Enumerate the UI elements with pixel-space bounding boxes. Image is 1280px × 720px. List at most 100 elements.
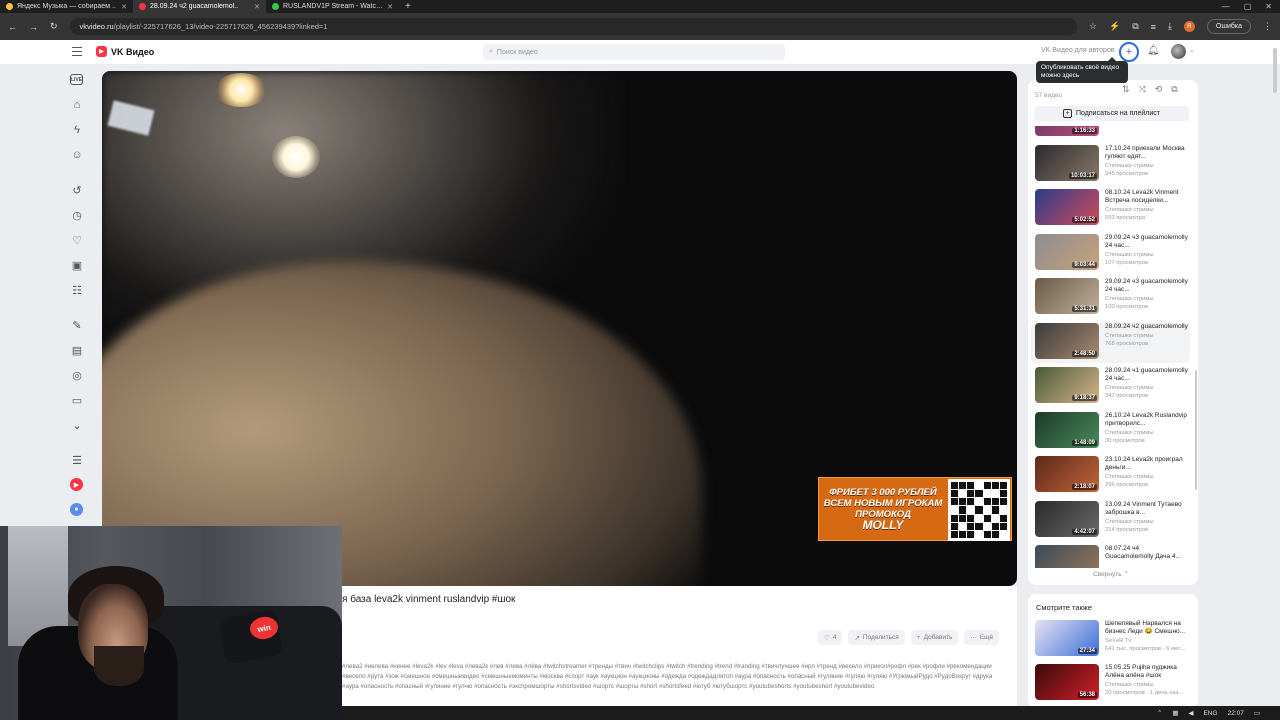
collapse-button[interactable]: Свернуть ⌃	[1028, 570, 1194, 578]
history-icon[interactable]: ↺	[70, 183, 84, 197]
video-title[interactable]: 28.09.24 ч2 guacamolemolly	[1105, 323, 1189, 331]
repeat-icon[interactable]: ⟲	[1155, 84, 1163, 95]
browser-tab-active[interactable]: 28.09.24 ч2 guacamolemol.. ✕	[133, 0, 266, 13]
liked-heart-icon[interactable]: ♡	[70, 233, 84, 247]
playlist-item[interactable]: 2:48:50 28.09.24 ч2 guacamolemolly Степашк…	[1031, 322, 1190, 363]
tab-close-icon[interactable]: ✕	[387, 3, 393, 11]
extensions-puzzle-icon[interactable]: ⧉	[1132, 21, 1138, 32]
playlist-item[interactable]: 2:18:07 23.10.24 Leva2k проиграл деньги..…	[1035, 456, 1190, 496]
url-field[interactable]: vkvideo.ru/playlist/-225717626_13/video-…	[69, 18, 1077, 35]
sort-icon[interactable]: ⇅	[1122, 84, 1130, 95]
video-title[interactable]: 08.10.24 Leva2k Vinment Встреча посиделк…	[1105, 189, 1189, 205]
playlist-item[interactable]: 1:16:33Степашки стримы157 просмотров	[1035, 126, 1190, 140]
network-icon[interactable]: ▦	[1172, 709, 1178, 717]
communities-icon[interactable]: ☷	[70, 283, 84, 297]
video-title[interactable]: 29.09.24 ч3 guacamolemolly 24 час...	[1105, 278, 1189, 294]
video-thumbnail[interactable]: 2:18:07	[1035, 456, 1099, 492]
video-title[interactable]: 23.10.24 Leva2k проиграл деньги...	[1105, 456, 1189, 472]
playlist-scrollbar[interactable]	[1195, 370, 1197, 490]
clips-lightning-icon[interactable]: ϟ	[70, 123, 84, 137]
page-scrollbar[interactable]	[1273, 48, 1277, 93]
media-controls-icon[interactable]: ≡	[1151, 22, 1156, 32]
clock[interactable]: 22:07	[1228, 710, 1244, 717]
video-title[interactable]: 29.09.24 ч3 guacamolemolly 24 час...	[1105, 234, 1189, 250]
browser-error-button[interactable]: Ошибка	[1206, 19, 1251, 34]
minimize-icon[interactable]: —	[1222, 2, 1230, 11]
playlist-queue-icon[interactable]: ☰	[70, 453, 84, 467]
video-thumbnail[interactable]: 56:38	[1035, 664, 1099, 700]
authors-link[interactable]: VK Видео для авторов	[1041, 47, 1115, 54]
tray-chevron-icon[interactable]: ⌃	[1157, 709, 1162, 717]
vk-video-channel-icon[interactable]: ▶	[70, 478, 83, 491]
playlist-item[interactable]: 9:03:44 29.09.24 ч3 guacamolemolly 24 час…	[1035, 233, 1190, 274]
playlist-item[interactable]: 5:31:31 29.09.24 ч3 guacamolemolly 24 час…	[1035, 278, 1190, 318]
video-thumbnail[interactable]	[1035, 545, 1099, 568]
playlist-item[interactable]: 5:02:52 08.10.24 Leva2k Vinment Встреча п…	[1035, 189, 1190, 229]
profile-avatar[interactable]: R	[1183, 21, 1195, 32]
video-thumbnail[interactable]: 2:48:50	[1035, 322, 1099, 359]
live-icon[interactable]: LIVE	[70, 74, 83, 85]
maximize-icon[interactable]: ▢	[1244, 2, 1252, 11]
downloads-icon[interactable]: ⤓	[1168, 21, 1172, 32]
playlist-item[interactable]: 08.07.24 ч4 Guacamolemolly Дача 4...	[1035, 545, 1190, 568]
keyboard-language[interactable]: ENG	[1203, 710, 1217, 717]
tab-close-icon[interactable]: ✕	[121, 3, 127, 11]
chevron-down-icon[interactable]: ⌄	[70, 418, 84, 432]
see-also-item[interactable]: 27:34 Шепелявый Нарвался на бизнес Леди 😂…	[1035, 620, 1193, 658]
new-tab-icon[interactable]: +	[399, 0, 417, 13]
video-thumbnail[interactable]: 1:48:09	[1035, 411, 1099, 448]
notifications-icon[interactable]: ▭	[1254, 709, 1260, 717]
kids-icon[interactable]: ☺	[70, 148, 84, 162]
back-icon[interactable]: ←	[8, 22, 17, 32]
share-button[interactable]: ↗ Поделиться	[848, 630, 905, 645]
video-title[interactable]: 28.09.24 ч1 guacamolemolly 24 час...	[1105, 367, 1189, 383]
like-button[interactable]: ♡ 4	[818, 630, 843, 645]
reload-icon[interactable]: ↻	[50, 21, 58, 32]
creator-icon[interactable]: ✎	[70, 318, 84, 332]
site-logo[interactable]: ▶ VK Видео	[96, 46, 154, 57]
video-thumbnail[interactable]: 5:31:31	[1035, 278, 1099, 314]
close-window-icon[interactable]: ✕	[1265, 2, 1272, 11]
browser-tab[interactable]: RUSLANDV1P Stream - Watch .. ✕	[266, 0, 399, 13]
bookmark-star-icon[interactable]: ☆	[1089, 21, 1097, 32]
video-thumbnail[interactable]: 4:42:07	[1035, 500, 1099, 537]
subscriptions-icon[interactable]: ▣	[70, 258, 84, 272]
tab-close-icon[interactable]: ✕	[254, 3, 260, 11]
chevron-down-icon[interactable]: ⌄	[1189, 46, 1195, 54]
video-title[interactable]: 15.05.25 Pujiha пуджика Алёна алёна #шок	[1105, 664, 1189, 680]
subscribe-playlist-button[interactable]: + Подписаться на плейлист	[1034, 106, 1189, 121]
shuffle-icon[interactable]: ⤨	[1139, 84, 1146, 95]
search-input[interactable]: ⌕ Поиск видео	[483, 44, 785, 60]
copy-icon[interactable]: ⧉	[1171, 84, 1177, 95]
user-avatar[interactable]	[1171, 44, 1186, 59]
browser-menu-icon[interactable]: ⋮	[1263, 21, 1272, 32]
playlist-item[interactable]: 9:18:37 28.09.24 ч1 guacamolemolly 24 час…	[1035, 367, 1190, 407]
home-icon[interactable]: ⌂	[70, 98, 84, 112]
profile-channel-icon[interactable]: ●	[70, 503, 83, 516]
playlist-item[interactable]: 10:03:17 17.10.24 приехали Москва гуляют …	[1035, 144, 1190, 185]
book-icon[interactable]: ▤	[70, 343, 84, 357]
video-title[interactable]: 08.07.24 ч4 Guacamolemolly Дача 4...	[1105, 545, 1189, 561]
extension-icon[interactable]: ⚡	[1109, 21, 1120, 32]
video-thumbnail[interactable]: 10:03:17	[1035, 144, 1099, 181]
video-title[interactable]: 17.10.24 приехали Москва гуляют едят...	[1105, 145, 1189, 161]
browser-tab[interactable]: Яндекс Музыка — собираем .. ✕	[0, 0, 133, 13]
video-thumbnail[interactable]: 9:18:37	[1035, 367, 1099, 403]
watch-later-clock-icon[interactable]: ◷	[70, 208, 84, 222]
upload-video-button[interactable]: +	[1119, 42, 1139, 62]
volume-icon[interactable]: ◀︎	[1188, 709, 1193, 717]
video-title[interactable]: 13.09.24 Vinment Тутаево заброшка в...	[1105, 501, 1189, 517]
video-title[interactable]: 26.10.24 Leva2k Ruslandvip притворилс...	[1105, 412, 1189, 428]
video-thumbnail[interactable]: 27:34	[1035, 620, 1099, 656]
video-title[interactable]: Шепелявый Нарвался на бизнес Леди 😂 Смеш…	[1105, 620, 1189, 636]
games-icon[interactable]: ◎	[70, 368, 84, 382]
tv-icon[interactable]: ▭	[70, 393, 84, 407]
forward-icon[interactable]: →	[29, 22, 38, 32]
video-thumbnail[interactable]: 5:02:52	[1035, 189, 1099, 225]
see-also-item[interactable]: 56:38 15.05.25 Pujiha пуджика Алёна алёна…	[1035, 664, 1193, 702]
more-button[interactable]: ··· Ещё	[964, 630, 1000, 645]
video-thumbnail[interactable]: 9:03:44	[1035, 233, 1099, 270]
notifications-bell-icon[interactable]: 🔔︎	[1147, 45, 1160, 56]
video-thumbnail[interactable]: 1:16:33	[1035, 126, 1099, 136]
playlist-item[interactable]: 4:42:07 13.09.24 Vinment Тутаево заброшка…	[1035, 500, 1190, 541]
